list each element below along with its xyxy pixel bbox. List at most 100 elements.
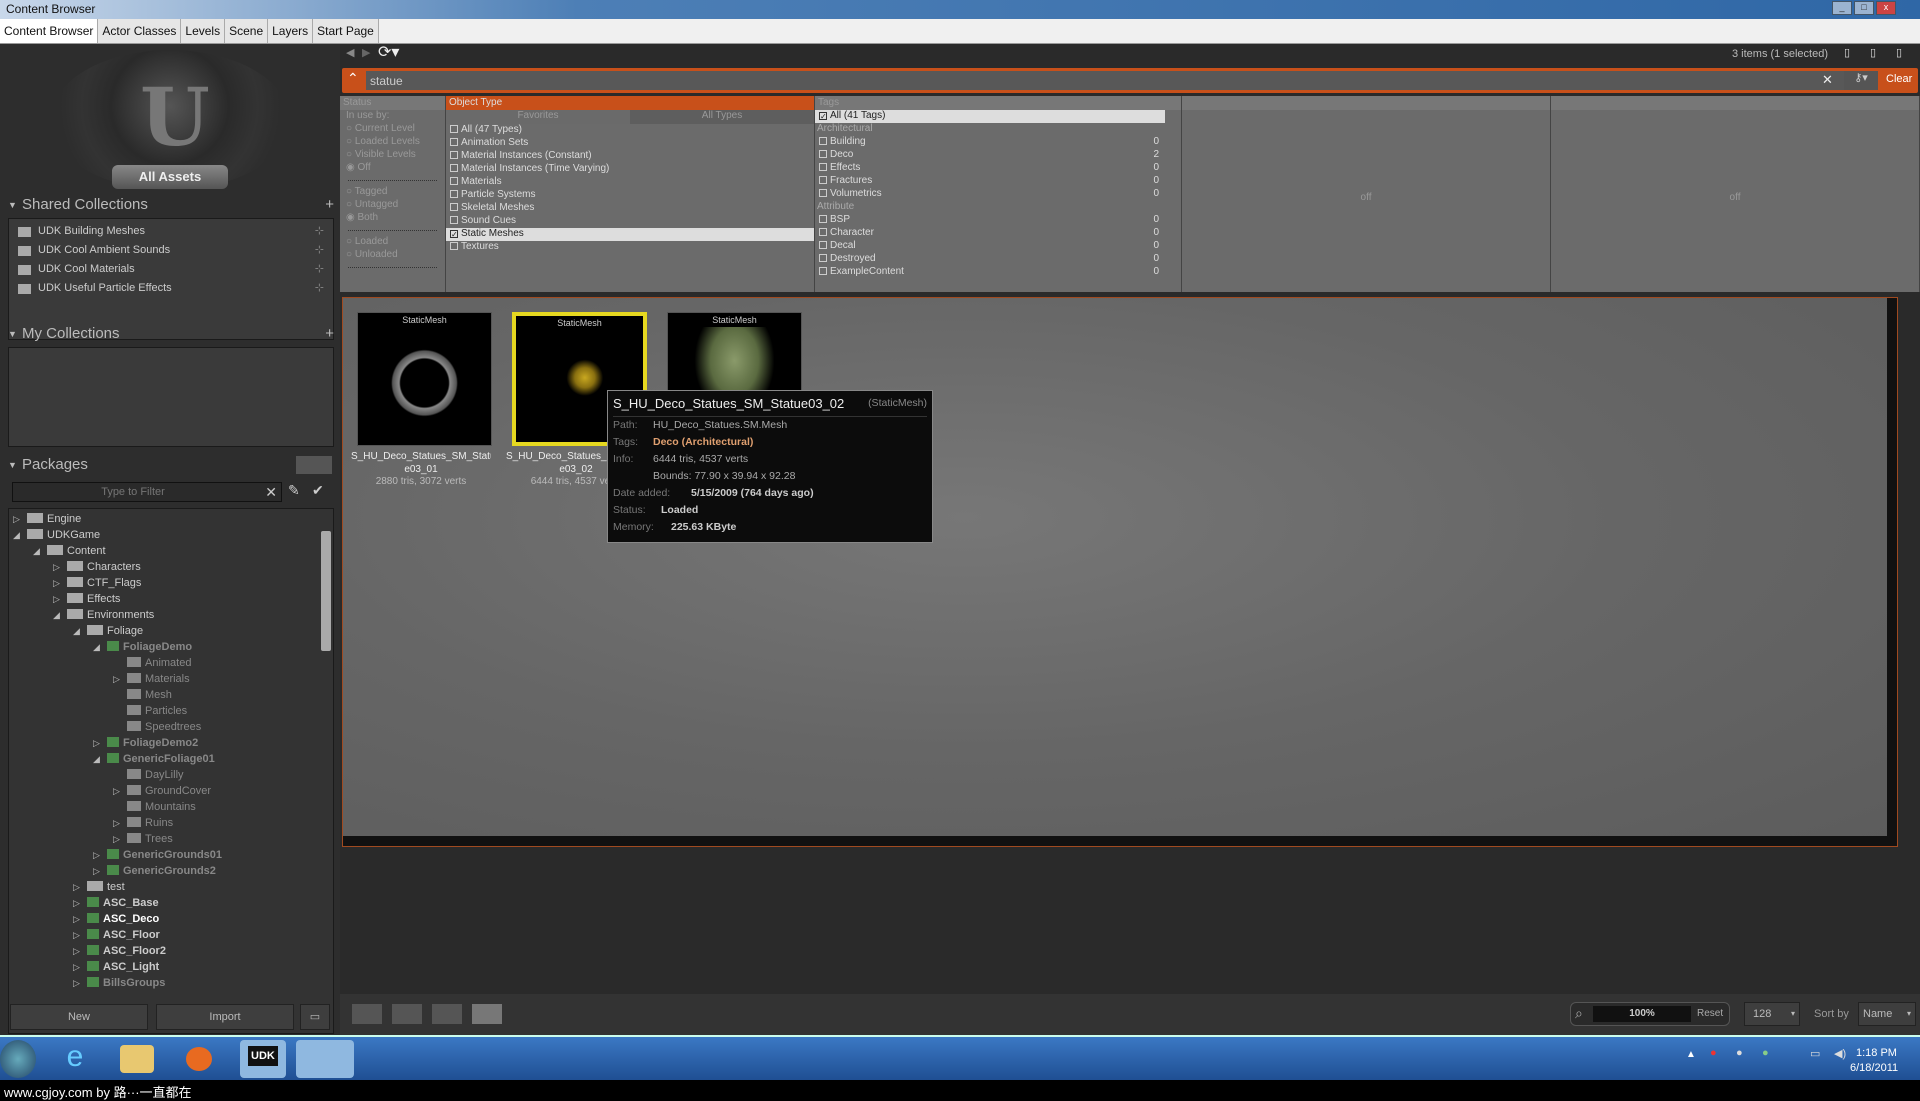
checkbox[interactable] [450,138,458,146]
radio-icon[interactable]: ○ [346,199,355,210]
package-filter-text[interactable] [13,483,253,501]
tree-item[interactable]: ▷ test [73,879,125,895]
collection-item[interactable]: UDK Cool Ambient Sounds ⊹ [14,241,332,260]
tree-item[interactable]: ▷ GenericGrounds2 [93,863,216,879]
checkbox[interactable] [450,216,458,224]
collection-item[interactable]: UDK Useful Particle Effects ⊹ [14,279,332,298]
asset-name[interactable]: S_HU_Deco_Statues_SM_Statu e03_01 [351,450,491,476]
view-mode-grid-icon[interactable] [432,1004,462,1024]
maximize-button[interactable]: □ [1854,1,1874,15]
tree-item[interactable]: Particles [113,703,187,719]
tab-start-page[interactable]: Start Page [313,19,379,43]
tag-option[interactable]: Fractures 0 [815,175,1181,188]
checkbox[interactable]: ✓ [819,112,827,121]
tray-icon[interactable]: ● [1710,1047,1717,1059]
object-type-option[interactable]: ✓ Static Meshes [446,228,814,241]
radio-icon[interactable]: ◉ [346,162,358,173]
tree-item[interactable]: ◢ GenericFoliage01 [93,751,215,767]
checkmark-icon[interactable]: ✔ [312,482,324,499]
radio-icon[interactable]: ○ [346,123,355,134]
panel-layout-icon[interactable]: ▯ [1896,46,1902,59]
tree-item[interactable]: ◢ FoliageDemo [93,639,192,655]
object-type-option[interactable]: Skeletal Meshes [446,202,814,215]
add-to-collection-icon[interactable]: ⊹ [315,222,324,241]
search-options-icon[interactable]: ⚷▾ [1844,71,1878,90]
add-to-collection-icon[interactable]: ⊹ [315,241,324,260]
status-radio[interactable]: ○ Unloaded [340,249,445,262]
checkbox[interactable] [450,190,458,198]
show-hidden-icons[interactable]: ▲ [1686,1049,1696,1060]
tag-option[interactable]: BSP 0 [815,214,1181,227]
zoom-level[interactable]: 100% [1593,1006,1691,1022]
tag-option[interactable]: Destroyed 0 [815,253,1181,266]
steam-icon[interactable]: ● [1736,1047,1743,1059]
tab-actor-classes[interactable]: Actor Classes [98,19,182,43]
checkbox[interactable] [450,242,458,250]
tree-item[interactable]: ▷ GenericGrounds01 [93,847,222,863]
new-button[interactable]: New [10,1004,148,1030]
status-radio[interactable]: ○ Loaded Levels [340,136,445,149]
pencil-icon[interactable]: ✎ [288,482,300,499]
folder-icon[interactable]: ▭ [300,1004,330,1030]
udk-taskbar-button[interactable]: UDK [240,1040,286,1078]
checkbox[interactable] [819,267,827,275]
tab-favorites[interactable]: Favorites [446,110,630,124]
tab-scene[interactable]: Scene [225,19,269,43]
tab-layers[interactable]: Layers [268,19,314,43]
collapsed-arrow-icon[interactable]: ▷ [73,959,87,975]
tree-item[interactable]: ▷ Effects [53,591,120,607]
tree-item[interactable]: Mesh [113,687,172,703]
object-type-option[interactable]: All (47 Types) [446,124,814,137]
tag-option[interactable]: Decal 0 [815,240,1181,253]
app-taskbar-button[interactable] [296,1040,354,1078]
collapsed-arrow-icon[interactable]: ▷ [113,815,127,831]
collapsed-arrow-icon[interactable]: ▷ [53,591,67,607]
collapse-filters-icon[interactable]: ⌃ [347,70,359,87]
tree-item[interactable]: ▷ BillsGroups [73,975,165,991]
checkbox[interactable] [450,125,458,133]
grid-scrollbar[interactable] [1887,298,1897,846]
view-mode-thumbnails-icon[interactable] [472,1004,502,1024]
tree-item[interactable]: ▷ Materials [113,671,190,687]
media-player-icon[interactable] [186,1047,212,1071]
expanded-arrow-icon[interactable]: ◢ [93,751,107,767]
checkbox[interactable] [450,151,458,159]
asset-thumbnail[interactable]: StaticMesh [357,312,492,446]
list-view-toggle-icon[interactable] [296,456,332,474]
checkbox[interactable] [450,203,458,211]
collapsed-arrow-icon[interactable]: ▷ [113,671,127,687]
status-radio[interactable]: ○ Tagged [340,186,445,199]
collapsed-arrow-icon[interactable]: ▷ [53,559,67,575]
collapsed-arrow-icon[interactable]: ▷ [93,735,107,751]
tree-item[interactable]: ▷ GroundCover [113,783,211,799]
clear-search-icon[interactable]: ✕ [1822,72,1833,88]
panel-layout-icon[interactable]: ▯ [1870,46,1876,59]
object-type-option[interactable]: Sound Cues [446,215,814,228]
tree-item[interactable]: ▷ CTF_Flags [53,575,141,591]
tree-item[interactable]: ▷ Trees [113,831,173,847]
add-icon[interactable]: + [325,196,334,213]
grid-horizontal-scrollbar[interactable] [343,836,1889,846]
reset-zoom-button[interactable]: Reset [1697,1008,1723,1019]
checkbox[interactable] [819,228,827,236]
tree-item[interactable]: ◢ Foliage [73,623,143,639]
collection-item[interactable]: UDK Cool Materials ⊹ [14,260,332,279]
expanded-arrow-icon[interactable]: ◢ [73,623,87,639]
my-collections-header[interactable]: My Collections + [8,325,336,347]
collapsed-arrow-icon[interactable]: ▷ [73,879,87,895]
clear-button[interactable]: Clear [1886,73,1912,85]
search-input[interactable] [366,71,1856,90]
checkbox[interactable] [819,163,827,171]
all-assets-button[interactable]: All Assets [112,165,228,189]
radio-icon[interactable]: ○ [346,249,355,260]
tag-option[interactable]: Effects 0 [815,162,1181,175]
tag-option-all[interactable]: ✓ All (41 Tags) [815,110,1165,123]
status-radio[interactable]: ◉ Both [340,212,445,225]
status-radio[interactable]: ○ Current Level [340,123,445,136]
collapsed-arrow-icon[interactable]: ▷ [93,847,107,863]
checkbox[interactable] [450,177,458,185]
checkbox[interactable] [819,150,827,158]
sort-dropdown[interactable]: Name ▾ [1858,1002,1916,1026]
object-type-option[interactable]: Material Instances (Time Varying) [446,163,814,176]
object-type-option[interactable]: Textures [446,241,814,254]
